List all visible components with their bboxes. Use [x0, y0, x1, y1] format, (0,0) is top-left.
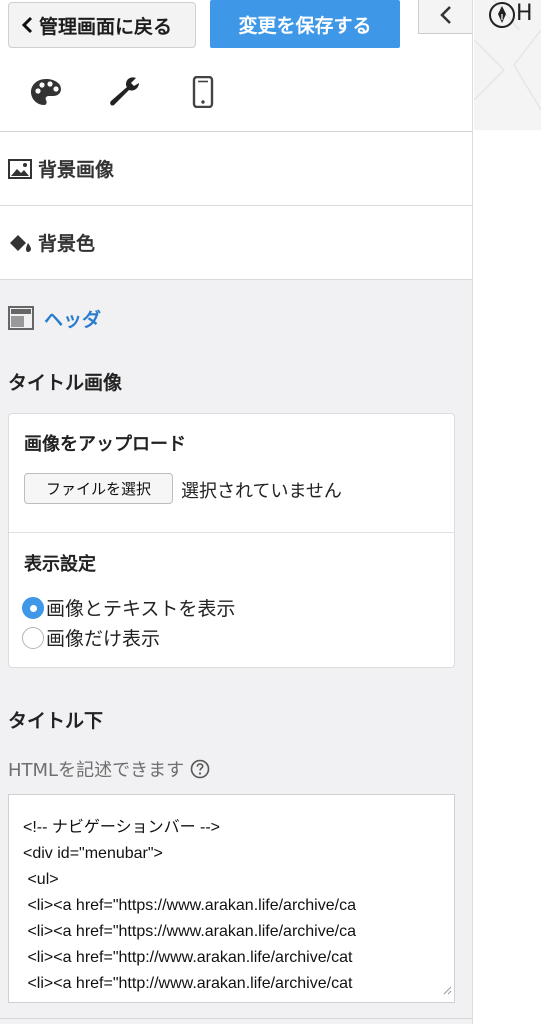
html-hint: HTMLを記述できます: [8, 756, 210, 782]
divider: [0, 1018, 472, 1019]
radio-image-only-label: 画像だけ表示: [46, 628, 161, 650]
title-image-settings: 画像をアップロード ファイルを選択 選択されていません 表示設定 画像とテキスト…: [8, 413, 455, 668]
code-line: <li><a href="http://www.arakan.life/arch…: [23, 949, 353, 966]
customizer-panel: 管理画面に戻る 変更を保存する 背景画像 背景色 ヘッダ タイトル画像 画像をア…: [0, 0, 473, 1024]
tab-design[interactable]: [26, 74, 66, 114]
section-background-image-label: 背景画像: [38, 159, 115, 181]
section-header-label: ヘッダ: [44, 308, 102, 331]
radio-image-and-text-label: 画像とテキストを表示: [46, 598, 236, 620]
image-icon: [8, 158, 38, 179]
divider: [9, 532, 454, 533]
title-image-heading: タイトル画像: [8, 372, 123, 394]
code-line: <!-- ナビゲーションバー -->: [23, 819, 221, 836]
radio-button-checked[interactable]: [22, 596, 44, 619]
preview-site-title[interactable]: H: [516, 1, 533, 26]
save-button-label: 変更を保存する: [238, 14, 372, 37]
tab-settings[interactable]: [104, 74, 144, 114]
fountain-pen-icon: [488, 1, 516, 33]
upload-image-label: 画像をアップロード: [24, 434, 186, 455]
wrench-icon: [106, 74, 142, 114]
file-status-text: 選択されていません: [181, 481, 342, 502]
chevron-left-icon: [21, 16, 33, 34]
mobile-icon: [192, 75, 214, 112]
file-select-button-label: ファイルを選択: [45, 480, 151, 498]
radio-button[interactable]: [22, 626, 44, 649]
paint-bucket-icon: [8, 232, 38, 254]
collapse-panel-button[interactable]: [418, 0, 472, 34]
save-changes-button[interactable]: 変更を保存する: [210, 0, 400, 48]
help-icon[interactable]: [190, 759, 210, 779]
section-header[interactable]: ヘッダ: [0, 282, 472, 354]
layout-icon: [8, 306, 44, 330]
code-line: <ul>: [23, 871, 59, 888]
section-background-color[interactable]: 背景色: [0, 206, 472, 280]
file-select-button[interactable]: ファイルを選択: [24, 473, 173, 504]
customizer-tabs: [0, 56, 472, 185]
title-below-heading: タイトル下: [8, 710, 104, 732]
palette-icon: [29, 77, 63, 111]
code-line: <div id="menubar">: [23, 845, 163, 862]
display-settings-label: 表示設定: [24, 554, 96, 575]
chevron-left-icon: [439, 5, 453, 29]
customizer-topbar: 管理画面に戻る 変更を保存する: [0, 0, 472, 56]
html-hint-text: HTMLを記述できます: [8, 760, 185, 781]
code-line: <li><a href="https://www.arakan.life/arc…: [23, 897, 356, 914]
code-line: <li><a href="https://www.arakan.life/arc…: [23, 923, 356, 940]
back-button-label: 管理画面に戻る: [39, 15, 173, 38]
section-background-color-label: 背景色: [38, 233, 96, 255]
code-line: <li><a href="http://www.arakan.life/arch…: [23, 975, 353, 992]
section-background-image[interactable]: 背景画像: [0, 132, 472, 206]
preview-header-banner: H: [474, 0, 541, 130]
radio-image-and-text[interactable]: 画像とテキストを表示: [22, 594, 235, 621]
radio-image-only[interactable]: 画像だけ表示: [22, 624, 160, 651]
resize-grip-icon[interactable]: [442, 982, 452, 1000]
tab-mobile[interactable]: [183, 74, 223, 114]
site-preview: H: [474, 0, 541, 1024]
title-below-html-textarea[interactable]: <!-- ナビゲーションバー --> <div id="menubar"> <u…: [8, 794, 455, 1003]
back-to-admin-button[interactable]: 管理画面に戻る: [8, 2, 196, 48]
